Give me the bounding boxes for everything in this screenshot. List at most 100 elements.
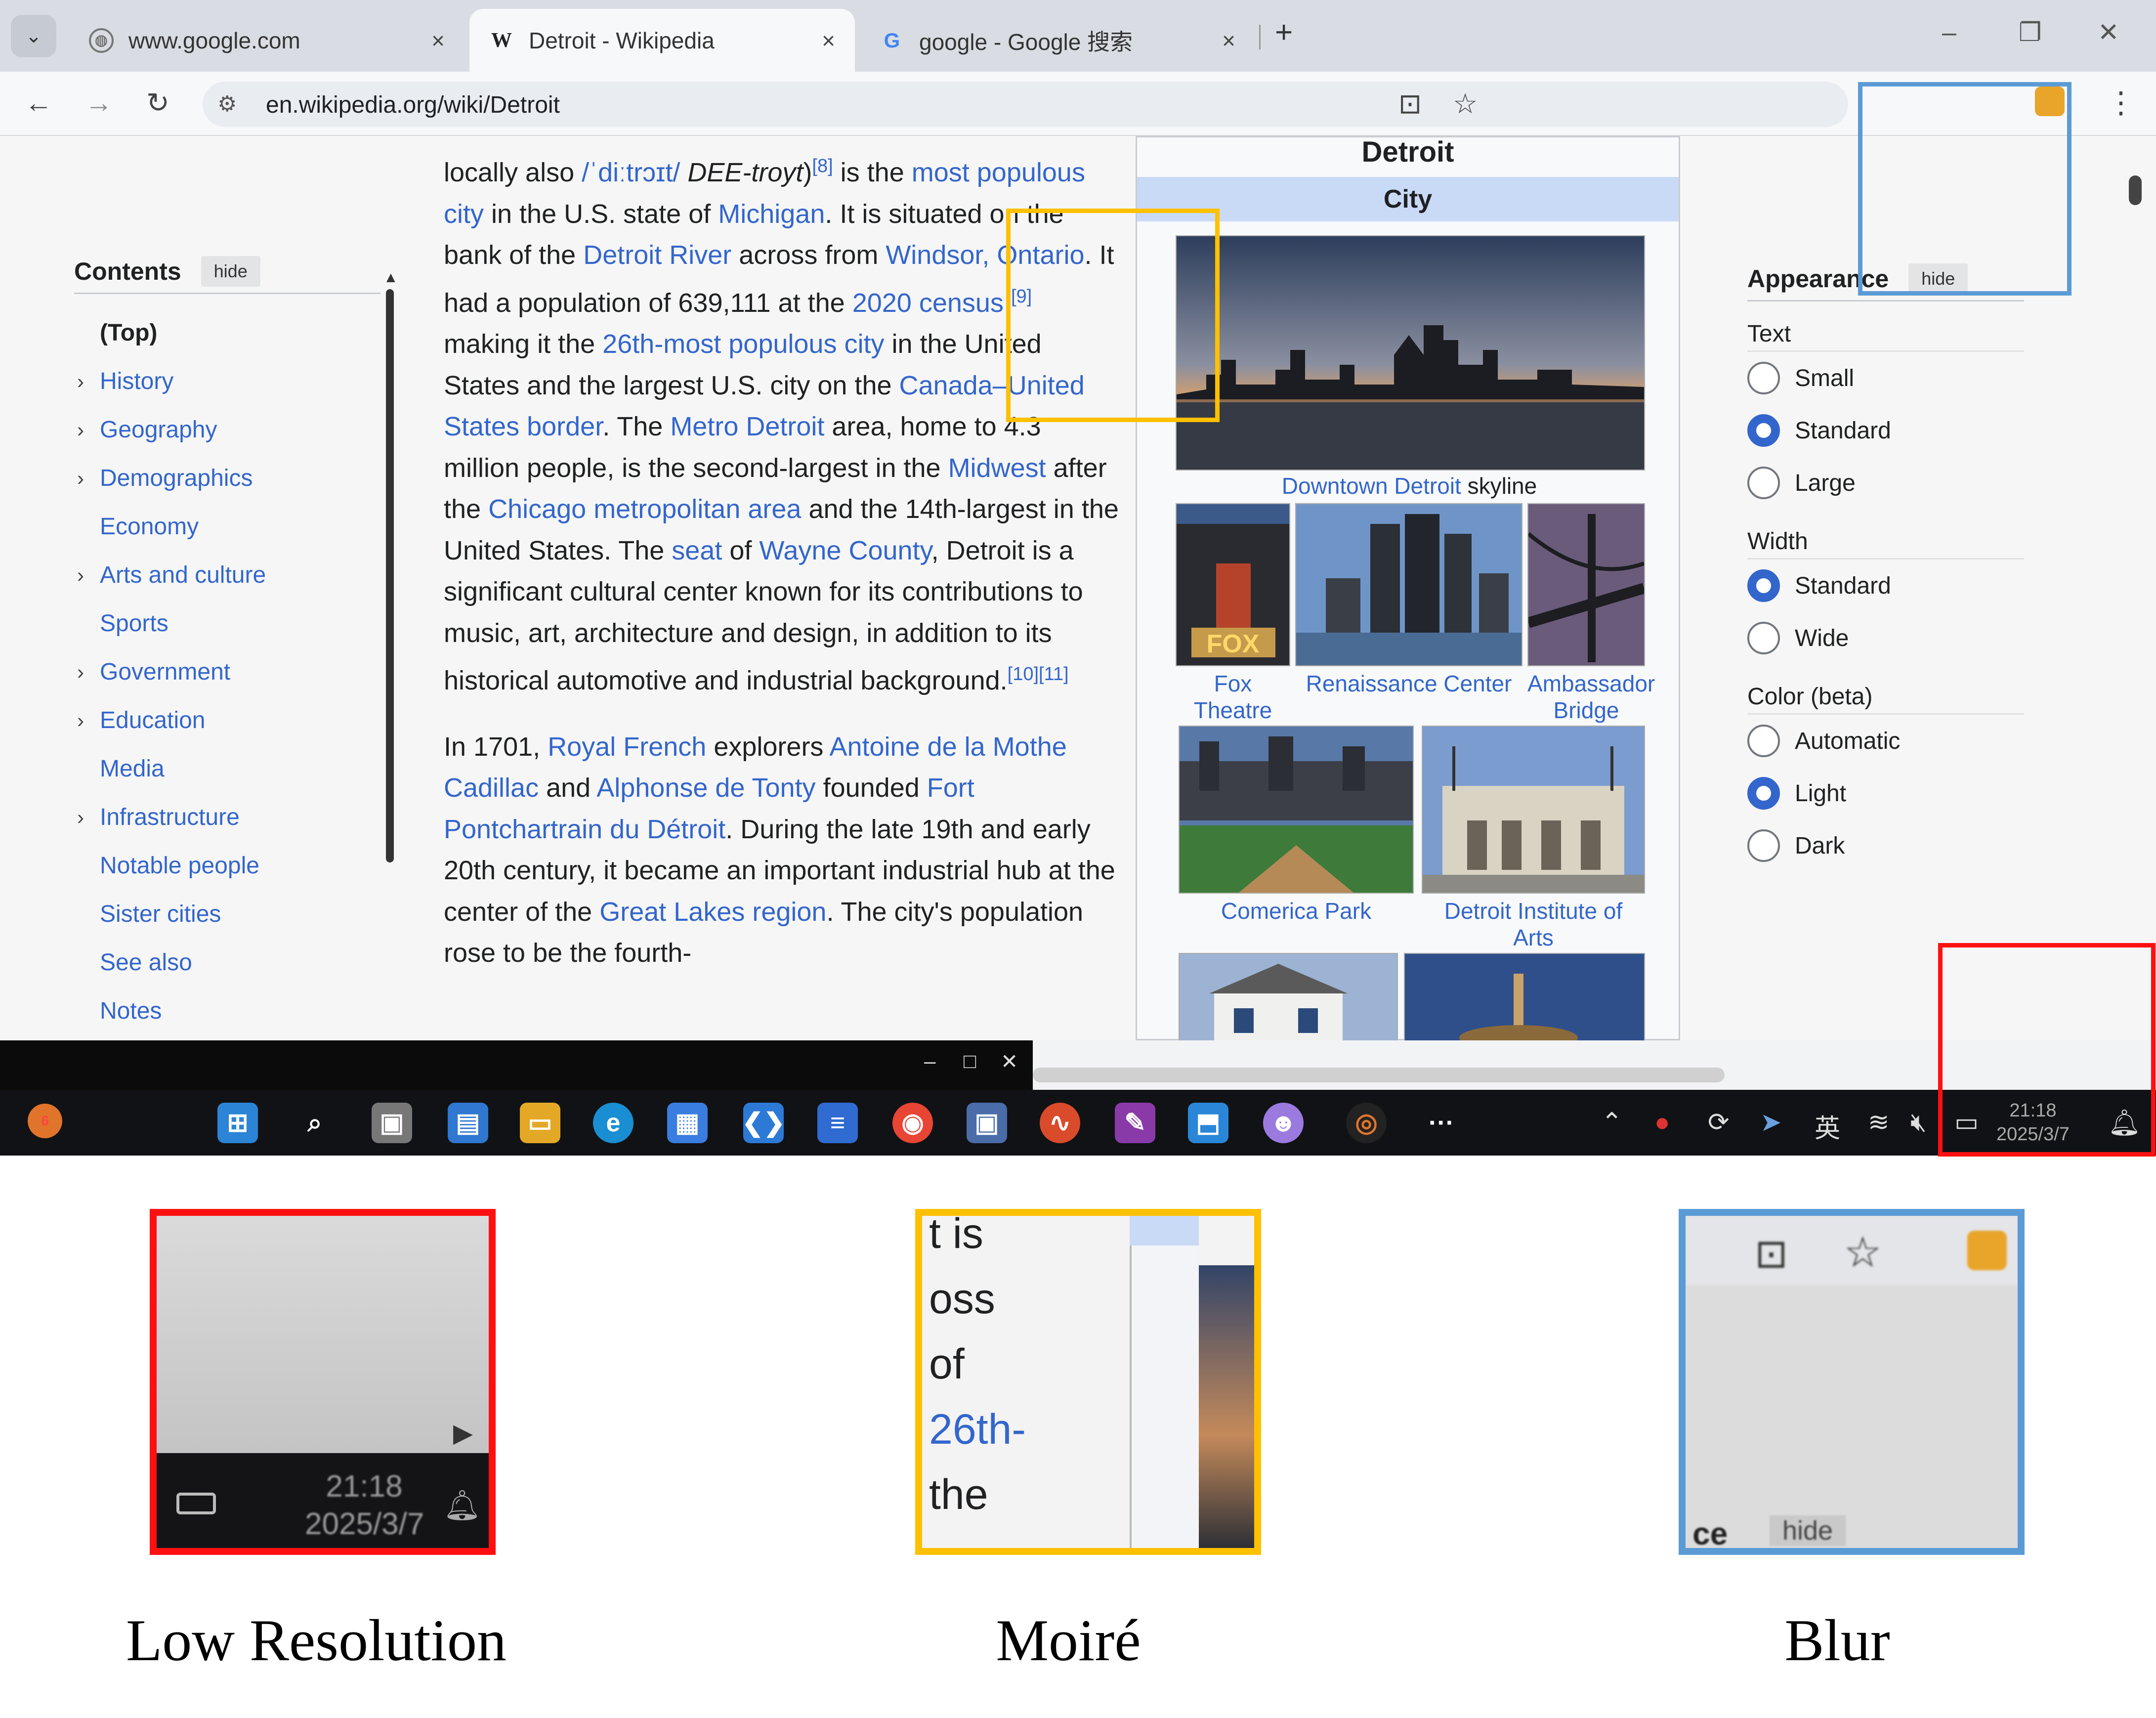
terminal-app-icon[interactable]: ◎ <box>1346 1103 1387 1143</box>
renaissance-center-image[interactable] <box>1295 503 1522 666</box>
site-settings-icon[interactable]: ⚙ <box>217 91 237 117</box>
comerica-park-image[interactable] <box>1179 726 1414 894</box>
toc-item[interactable]: › Arts and culture <box>74 551 380 600</box>
link-26th-most-populous[interactable]: 26th-most populous city <box>602 329 884 359</box>
restore-icon[interactable]: ❐ <box>2019 18 2042 47</box>
link-wayne-county[interactable]: Wayne County <box>759 536 931 565</box>
link-tonty[interactable]: Alphonse de Tonty <box>596 773 815 803</box>
radio-selected-icon[interactable] <box>1747 777 1780 810</box>
horizontal-scrollbar[interactable] <box>1033 1068 1725 1082</box>
color-option[interactable]: Dark <box>1747 819 2024 872</box>
new-tab-button[interactable]: + <box>1275 15 1293 50</box>
browser-menu-icon[interactable]: ⋮ <box>2106 86 2136 120</box>
wifi-icon[interactable]: ≋ <box>1868 1108 1890 1137</box>
widget-icon[interactable]: 6 <box>28 1104 62 1138</box>
toc-item[interactable]: › Demographics <box>74 454 380 503</box>
ref-8[interactable]: [8] <box>812 156 833 176</box>
search-icon[interactable]: ⌕ <box>295 1103 335 1143</box>
link-royal-french[interactable]: Royal French <box>548 732 706 762</box>
text-size-option[interactable]: Large <box>1747 457 2024 509</box>
ambassador-caption[interactable]: Ambassador Bridge <box>1527 670 1655 724</box>
chevron-right-icon[interactable]: › <box>77 454 84 503</box>
chevron-right-icon[interactable]: › <box>77 406 84 454</box>
radio-icon[interactable] <box>1747 725 1780 757</box>
tab-close-icon[interactable]: × <box>431 27 445 54</box>
mini-close-icon[interactable]: ✕ <box>1001 1049 1018 1074</box>
link-detroit-river[interactable]: Detroit River <box>583 240 731 270</box>
radio-selected-icon[interactable] <box>1747 569 1780 602</box>
ime-indicator[interactable]: 英 <box>1815 1108 1840 1145</box>
link-chicago-metro[interactable]: Chicago metropolitan area <box>488 494 801 524</box>
tab-detroit-wikipedia[interactable]: W Detroit - Wikipedia × <box>469 9 855 72</box>
tab-close-icon[interactable]: × <box>1222 27 1235 54</box>
text-size-option[interactable]: Small <box>1747 352 2024 404</box>
radio-icon[interactable] <box>1747 362 1780 394</box>
radio-selected-icon[interactable] <box>1747 414 1780 447</box>
color-option[interactable]: Light <box>1747 767 2024 819</box>
tab-search-chevron-icon[interactable]: ⌄ <box>11 15 56 57</box>
radio-icon[interactable] <box>1747 829 1780 862</box>
toc-item[interactable]: Economy <box>74 503 380 551</box>
toc-item[interactable]: Sister cities <box>74 890 380 939</box>
radio-icon[interactable] <box>1747 622 1780 654</box>
cat-app-icon[interactable]: ☻ <box>1263 1103 1304 1143</box>
task-view-icon[interactable]: ▣ <box>372 1103 412 1143</box>
ipa-link[interactable]: /ˈdiːtrɔɪt/ <box>582 158 680 187</box>
notepad-icon[interactable]: ≡ <box>817 1103 858 1143</box>
toc-item[interactable]: Notable people <box>74 842 380 890</box>
toc-item[interactable]: › Education <box>74 696 380 745</box>
detroit-institute-of-arts-image[interactable] <box>1422 726 1645 894</box>
color-option[interactable]: Automatic <box>1747 715 2024 767</box>
toc-item[interactable]: › History <box>74 357 380 406</box>
tray-app-icon[interactable]: ● <box>1654 1108 1670 1137</box>
link-seat[interactable]: seat <box>672 536 722 565</box>
mini-restore-icon[interactable]: □ <box>964 1049 976 1073</box>
chevron-right-icon[interactable]: › <box>77 648 84 696</box>
mini-minimize-icon[interactable]: – <box>924 1049 935 1073</box>
toc-item[interactable]: Media <box>74 745 380 793</box>
link-2020-census[interactable]: 2020 census <box>852 288 1004 318</box>
fox-theatre-image[interactable]: FOX <box>1176 503 1290 666</box>
reload-icon[interactable]: ↻ <box>146 86 169 119</box>
toc-hide-button[interactable]: hide <box>201 256 260 287</box>
link-downtown-detroit[interactable]: Downtown Detroit <box>1282 473 1461 499</box>
address-bar[interactable]: ⚙ en.wikipedia.org/wiki/Detroit ⊡ ☆ <box>203 82 1848 127</box>
downtown-skyline-image[interactable] <box>1176 235 1645 471</box>
toc-item[interactable]: › Infrastructure <box>74 793 380 842</box>
ambassador-bridge-image[interactable] <box>1526 503 1646 666</box>
comerica-caption[interactable]: Comerica Park <box>1179 898 1414 924</box>
tab-google-search[interactable]: G google - Google 搜索 × <box>860 9 1255 72</box>
translate-icon[interactable]: ⊡ <box>1398 87 1422 120</box>
fountain-image[interactable] <box>1404 953 1645 1040</box>
chevron-right-icon[interactable]: › <box>77 793 84 842</box>
chrome-icon[interactable]: ◉ <box>892 1103 933 1143</box>
chevron-right-icon[interactable]: › <box>77 357 84 406</box>
phone-link-icon[interactable]: ▤ <box>448 1103 488 1143</box>
link-great-lakes[interactable]: Great Lakes region <box>599 897 826 927</box>
link-midwest[interactable]: Midwest <box>948 453 1046 483</box>
store-icon[interactable]: ▦ <box>667 1103 708 1143</box>
page-scrollbar-thumb[interactable] <box>2129 175 2142 205</box>
toc-item[interactable]: Notes <box>74 987 380 1035</box>
tray-chevron-icon[interactable]: ⌃ <box>1601 1108 1623 1137</box>
chevron-right-icon[interactable]: › <box>77 551 84 600</box>
back-arrow-icon[interactable]: ← <box>25 86 52 119</box>
send-icon[interactable]: ➤ <box>1760 1108 1782 1137</box>
bookmark-star-icon[interactable]: ☆ <box>1453 87 1478 120</box>
sync-icon[interactable]: ⟳ <box>1708 1108 1730 1137</box>
tab-close-icon[interactable]: × <box>822 27 835 54</box>
text-size-option[interactable]: Standard <box>1747 404 2024 457</box>
vscode-icon[interactable]: ❮❯ <box>742 1103 785 1143</box>
tab-google-com[interactable]: ◍ www.google.com × <box>69 9 465 72</box>
speaker-muted-icon[interactable]: 🔇︎ <box>1910 1108 1927 1138</box>
radio-icon[interactable] <box>1747 467 1780 499</box>
editor-icon[interactable]: ✎ <box>1115 1103 1155 1143</box>
toc-scroll-thumb[interactable] <box>386 289 394 862</box>
toc-item[interactable]: Sports <box>74 600 380 648</box>
translator-app-icon[interactable]: ⬒ <box>1188 1103 1228 1143</box>
chevron-right-icon[interactable]: › <box>77 696 84 745</box>
toc-item[interactable]: See also <box>74 939 380 987</box>
renaissance-caption[interactable]: Renaissance Center <box>1295 670 1522 697</box>
fox-theatre-caption[interactable]: Fox Theatre <box>1176 670 1290 724</box>
windows-start-icon[interactable]: ⊞ <box>217 1103 258 1143</box>
